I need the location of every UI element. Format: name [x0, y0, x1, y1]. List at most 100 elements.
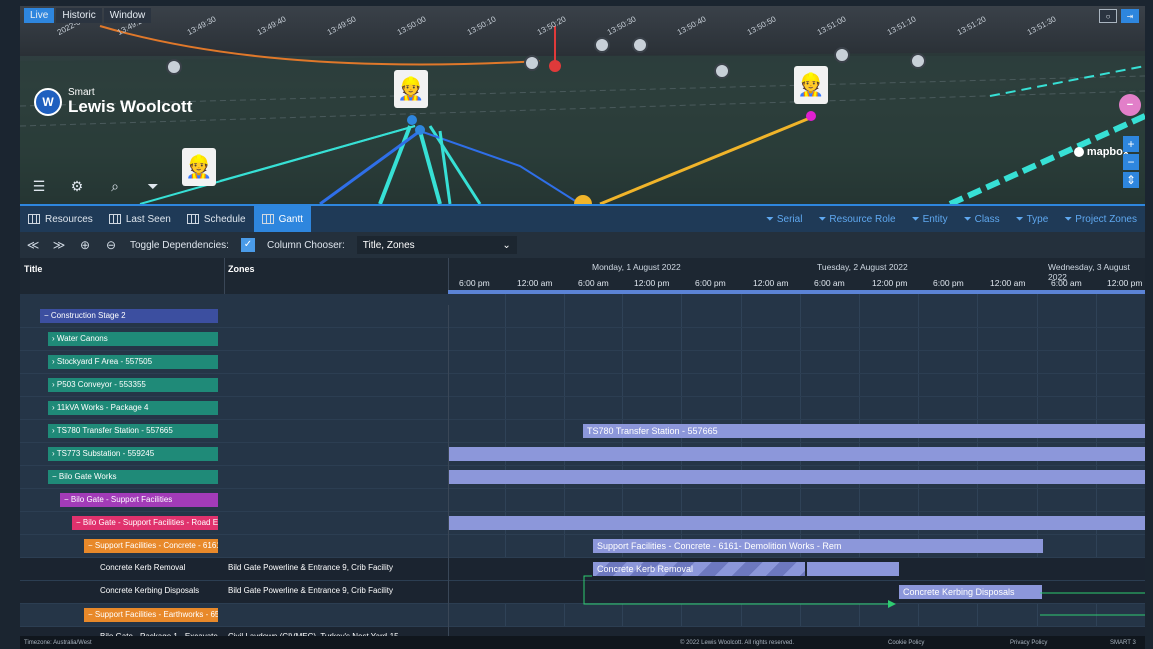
table-row[interactable]: − Support Facilities - Earthworks - 651 — [20, 604, 1145, 627]
collapse-icon[interactable]: − — [1119, 94, 1141, 116]
gantt-lane — [448, 604, 1145, 627]
table-row[interactable]: › P503 Conveyor - 553355 — [20, 374, 1145, 397]
gantt-lane — [448, 305, 1145, 328]
search-icon[interactable]: ⌕ — [106, 178, 124, 195]
marker-icon[interactable] — [166, 59, 182, 75]
table-row[interactable]: › TS773 Substation - 559245 — [20, 443, 1145, 466]
tab-label: Schedule — [203, 213, 246, 225]
collapse-all-icon[interactable]: ≪ — [26, 238, 40, 252]
filter-icon[interactable]: ⏷ — [144, 178, 162, 195]
column-chooser-label: Column Chooser: — [266, 239, 345, 251]
gantt-bar[interactable] — [449, 516, 1145, 530]
privacy-policy-link[interactable]: Privacy Policy — [1010, 640, 1047, 646]
tab-schedule[interactable]: Schedule — [179, 206, 254, 232]
mode-switcher: Live Historic Window — [20, 6, 152, 24]
mode-tab-historic[interactable]: Historic — [56, 7, 102, 23]
menu-icon[interactable]: ☰ — [30, 178, 48, 195]
gantt-lane: TS780 Transfer Station - 557665 — [448, 420, 1145, 443]
filter-serial[interactable]: ⏷ Serial — [766, 214, 803, 225]
zoom-out-button[interactable]: − — [1123, 154, 1139, 170]
row-title[interactable]: − Support Facilities - Earthworks - 651 — [84, 608, 218, 622]
filter-class[interactable]: ⏷ Class — [964, 214, 1000, 225]
hour-header: 12:00 pm — [872, 278, 908, 288]
column-divider[interactable] — [224, 258, 225, 294]
table-row[interactable]: › Stockyard F Area - 557505 — [20, 351, 1145, 374]
tab-label: Resources — [45, 213, 93, 225]
table-row[interactable]: − Bilo Gate - Support Facilities - Road … — [20, 512, 1145, 535]
gantt-bar[interactable]: TS780 Transfer Station - 557665 — [583, 424, 1145, 438]
table-row[interactable]: − Construction Stage 2 — [20, 305, 1145, 328]
row-title[interactable]: − Bilo Gate Works — [48, 470, 218, 484]
gantt-lane — [448, 489, 1145, 512]
gantt-bar-segment[interactable] — [807, 562, 899, 576]
marker-icon[interactable] — [834, 47, 850, 63]
row-title[interactable]: › TS773 Substation - 559245 — [48, 447, 218, 461]
gantt-lane — [448, 466, 1145, 489]
worker-icon[interactable]: 👷 — [394, 70, 428, 108]
column-divider[interactable] — [448, 258, 449, 294]
row-title[interactable]: Concrete Kerbing Disposals — [100, 586, 224, 595]
table-row[interactable]: − Bilo Gate - Support Facilities — [20, 489, 1145, 512]
row-title[interactable]: › P503 Conveyor - 553355 — [48, 378, 218, 392]
filter-type[interactable]: ⏷ Type — [1016, 214, 1049, 225]
exit-icon[interactable]: ⇥ — [1121, 9, 1139, 23]
marker-icon[interactable] — [594, 37, 610, 53]
cookie-policy-link[interactable]: Cookie Policy — [888, 640, 924, 646]
table-row[interactable]: › TS780 Transfer Station - 557665 TS780 … — [20, 420, 1145, 443]
filter-resource-role[interactable]: ⏷ Resource Role — [818, 214, 895, 225]
worker-icon[interactable]: 👷 — [182, 148, 216, 186]
row-title[interactable]: − Bilo Gate - Support Facilities - Road … — [72, 516, 218, 530]
row-title[interactable]: › Water Canons — [48, 332, 218, 346]
gantt-bar[interactable]: Concrete Kerb Removal — [593, 562, 805, 576]
row-title[interactable]: − Support Facilities - Concrete - 6161 — [84, 539, 218, 553]
worker-icon[interactable]: 👷 — [794, 66, 828, 104]
tab-gantt[interactable]: Gantt — [253, 206, 312, 232]
table-row[interactable]: › 11kVA Works - Package 4 — [20, 397, 1145, 420]
mode-tab-window[interactable]: Window — [103, 7, 152, 23]
column-header-zones[interactable]: Zones — [228, 264, 255, 274]
zoom-in-icon[interactable]: ⊕ — [78, 238, 92, 252]
filter-label: Project Zones — [1075, 213, 1137, 225]
table-icon — [186, 214, 199, 224]
map-view[interactable]: Live Historic Window ○ ⇥ 2022-08-17 13:4… — [20, 6, 1145, 204]
filter-project-zones[interactable]: ⏷ Project Zones — [1064, 214, 1137, 225]
table-row[interactable]: Concrete Kerbing Disposals Bild Gate Pow… — [20, 581, 1145, 604]
settings-icon[interactable]: ⚙ — [68, 178, 86, 195]
logo-icon: W — [34, 88, 62, 116]
row-title[interactable]: › Stockyard F Area - 557505 — [48, 355, 218, 369]
row-title[interactable]: Concrete Kerb Removal — [100, 563, 224, 572]
column-chooser-select[interactable]: Title, Zones ⌄ — [356, 236, 517, 254]
row-title[interactable]: › TS780 Transfer Station - 557665 — [48, 424, 218, 438]
row-title[interactable]: › 11kVA Works - Package 4 — [48, 401, 218, 415]
row-title[interactable]: − Bilo Gate - Support Facilities — [60, 493, 218, 507]
table-row[interactable]: − Support Facilities - Concrete - 6161 S… — [20, 535, 1145, 558]
filter-label: Class — [974, 213, 1000, 225]
toggle-dependencies-checkbox[interactable]: ✓ — [240, 238, 255, 252]
table-row[interactable]: − Bilo Gate Works — [20, 466, 1145, 489]
table-row[interactable]: › Water Canons — [20, 328, 1145, 351]
filter-icon: ⏷ — [765, 213, 774, 225]
gantt-lane — [448, 374, 1145, 397]
row-title[interactable]: − Construction Stage 2 — [40, 309, 218, 323]
gantt-bar[interactable] — [449, 470, 1145, 484]
gantt-bar[interactable]: Concrete Kerbing Disposals — [899, 585, 1042, 599]
zoom-in-button[interactable]: + — [1123, 136, 1139, 152]
gantt-lane — [448, 443, 1145, 466]
marker-icon[interactable] — [910, 53, 926, 69]
record-icon[interactable]: ○ — [1099, 9, 1117, 23]
timezone-label: Timezone: Australia/West — [24, 639, 92, 646]
marker-icon[interactable] — [524, 55, 540, 71]
gantt-bar[interactable]: Support Facilities - Concrete - 6161- De… — [593, 539, 1043, 553]
tab-resources[interactable]: Resources — [20, 206, 101, 232]
compass-button[interactable]: ⇕ — [1123, 172, 1139, 188]
column-header-title[interactable]: Title — [24, 264, 42, 274]
filter-entity[interactable]: ⏷ Entity — [912, 214, 948, 225]
vehicle-icon[interactable] — [632, 37, 648, 53]
zoom-out-icon[interactable]: ⊖ — [104, 238, 118, 252]
table-row[interactable]: Concrete Kerb Removal Bild Gate Powerlin… — [20, 558, 1145, 581]
gantt-bar[interactable] — [449, 447, 1145, 461]
marker-icon[interactable] — [714, 63, 730, 79]
expand-all-icon[interactable]: ≫ — [52, 238, 66, 252]
tab-last-seen[interactable]: Last Seen — [101, 206, 179, 232]
mode-tab-live[interactable]: Live — [24, 7, 55, 23]
